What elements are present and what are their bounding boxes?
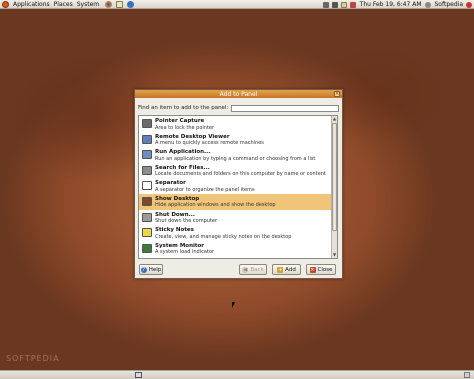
mail-notify-icon[interactable] bbox=[340, 1, 347, 8]
separator-icon bbox=[142, 181, 152, 191]
firefox-icon[interactable] bbox=[105, 0, 113, 8]
item-name: Shut Down... bbox=[155, 211, 195, 218]
shutdown-icon bbox=[142, 212, 152, 222]
scroll-up-icon[interactable]: ▲ bbox=[332, 116, 337, 122]
pointer-capture-icon bbox=[142, 119, 152, 128]
bottom-panel bbox=[0, 370, 474, 379]
mail-icon[interactable] bbox=[116, 0, 124, 8]
scroll-thumb[interactable] bbox=[332, 123, 337, 231]
list-item[interactable]: Pointer Capture Area to lock the pointer bbox=[139, 116, 337, 132]
volume-icon[interactable] bbox=[331, 1, 338, 8]
item-description: Hide application windows and show the de… bbox=[155, 202, 276, 209]
system-tray: Thu Feb 19, 6:47 AM Softpedia bbox=[320, 0, 472, 9]
places-menu[interactable]: Places bbox=[54, 1, 73, 8]
list-item[interactable]: Sticky Notes Create, view, and manage sti… bbox=[139, 225, 337, 241]
close-button[interactable]: ✕ Close bbox=[306, 264, 336, 275]
item-name: Remote Desktop Viewer bbox=[155, 133, 230, 140]
list-item[interactable]: Run Application... Run an application by … bbox=[139, 147, 337, 163]
scroll-down-icon[interactable]: ▼ bbox=[332, 252, 337, 258]
item-description: A system load indicator bbox=[155, 249, 214, 256]
list-scrollbar[interactable]: ▲ ▼ bbox=[331, 116, 337, 258]
find-row: Find an item to add to the panel: bbox=[138, 104, 339, 112]
window-close-icon[interactable]: × bbox=[334, 91, 340, 97]
item-description: Shut down the computer bbox=[155, 218, 218, 225]
remote-desktop-icon bbox=[142, 134, 152, 144]
list-item[interactable]: System Monitor A system load indicator bbox=[139, 241, 337, 257]
item-description: Area to lock the pointer bbox=[155, 124, 215, 131]
item-description: Run an application by typing a command o… bbox=[155, 155, 316, 162]
add-icon: + bbox=[277, 266, 284, 273]
power-icon[interactable] bbox=[466, 1, 472, 8]
user-name[interactable]: Softpedia bbox=[435, 1, 464, 8]
help-label: Help bbox=[148, 266, 162, 273]
list-item[interactable]: Separator A separator to organize the pan… bbox=[139, 178, 337, 194]
back-label: Back bbox=[250, 266, 264, 273]
dialog-title: Add to Panel bbox=[219, 90, 258, 98]
close-icon: ✕ bbox=[309, 266, 316, 273]
back-arrow-icon: ◀ bbox=[242, 266, 249, 273]
show-desktop-icon[interactable] bbox=[135, 372, 142, 378]
sticky-notes-icon bbox=[142, 228, 152, 238]
run-application-icon bbox=[142, 150, 152, 160]
applications-menu[interactable]: Applications bbox=[13, 1, 50, 8]
item-name: Pointer Capture bbox=[155, 118, 205, 124]
help-button[interactable]: ? Help bbox=[139, 264, 163, 275]
item-name: Search for Files... bbox=[155, 164, 210, 171]
trash-icon[interactable] bbox=[464, 372, 470, 378]
find-label: Find an item to add to the panel: bbox=[138, 105, 229, 111]
find-input[interactable] bbox=[231, 104, 339, 112]
help-icon: ? bbox=[140, 266, 147, 273]
item-description: A menu to quickly access remote machines bbox=[155, 140, 264, 147]
item-list[interactable]: Pointer Capture Area to lock the pointer R… bbox=[138, 115, 338, 259]
back-button[interactable]: ◀ Back bbox=[239, 264, 267, 275]
item-name: Separator bbox=[155, 180, 186, 187]
help-icon[interactable] bbox=[127, 0, 135, 8]
list-item[interactable]: Search for Files... Locate documents and … bbox=[139, 163, 337, 179]
item-name: Run Application... bbox=[155, 149, 211, 156]
list-item[interactable]: Show Desktop Hide application windows and… bbox=[139, 193, 337, 210]
add-to-panel-dialog: Add to Panel × Find an item to add to th… bbox=[134, 89, 343, 279]
item-name: Sticky Notes bbox=[155, 227, 194, 234]
list-item[interactable]: Remote Desktop Viewer A menu to quickly a… bbox=[139, 132, 337, 148]
mouse-pointer-icon bbox=[232, 302, 235, 308]
watermark: SOFTPEDIA bbox=[6, 354, 60, 363]
show-desktop-icon bbox=[142, 196, 152, 206]
close-label: Close bbox=[317, 266, 333, 273]
system-monitor-icon bbox=[142, 243, 152, 253]
system-menu[interactable]: System bbox=[77, 1, 99, 8]
network-icon[interactable] bbox=[322, 1, 329, 8]
item-name: System Monitor bbox=[155, 242, 204, 249]
top-panel: Applications Places System Thu Feb 19, 6… bbox=[0, 0, 474, 9]
ubuntu-logo-icon[interactable] bbox=[2, 0, 9, 8]
calendar-icon bbox=[349, 1, 356, 8]
list-item[interactable]: Shut Down... Shut down the computer bbox=[139, 210, 337, 226]
add-label: Add bbox=[285, 266, 296, 273]
item-description: A separator to organize the panel items bbox=[155, 186, 255, 193]
search-files-icon bbox=[142, 165, 152, 175]
item-name: Show Desktop bbox=[155, 195, 200, 202]
item-description: Locate documents and folders on this com… bbox=[155, 171, 326, 178]
item-description: Create, view, and manage sticky notes on… bbox=[155, 233, 292, 240]
clock[interactable]: Thu Feb 19, 6:47 AM bbox=[360, 1, 422, 8]
add-button[interactable]: + Add bbox=[272, 264, 301, 275]
user-icon bbox=[424, 1, 431, 8]
dialog-titlebar[interactable]: Add to Panel × bbox=[135, 90, 342, 98]
